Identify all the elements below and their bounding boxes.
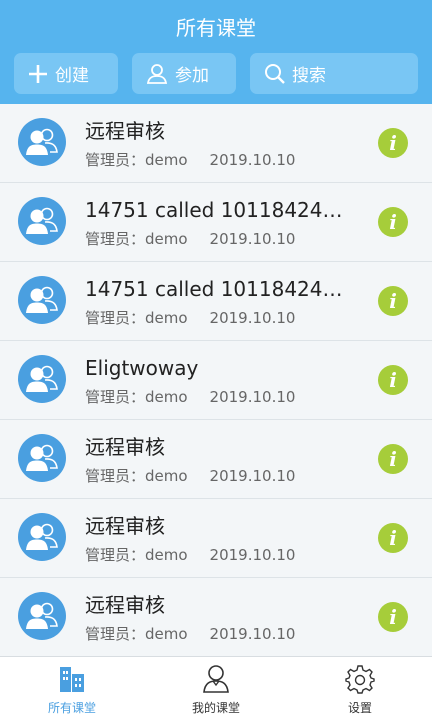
item-meta: 管理员：demo 2019.10.10 [85,466,295,486]
item-title: 14751 called 1011842422... [85,277,355,301]
item-meta: 管理员：demo 2019.10.10 [85,229,295,249]
tab-settings-label: 设置 [347,701,372,715]
info-icon[interactable]: i [378,523,408,553]
item-admin: 管理员：demo [85,467,188,485]
info-icon[interactable]: i [378,286,408,316]
gear-icon [345,664,375,694]
group-icon [18,592,66,640]
bottom-tab-bar: 所有课堂 我的课堂 设置 [0,656,432,720]
item-title: 14751 called 1011842422... [85,198,355,222]
join-button[interactable]: 参加 [132,53,236,94]
item-admin: 管理员：demo [85,546,188,564]
item-admin: 管理员：demo [85,625,188,643]
classroom-icon [57,664,87,694]
item-title: 远程审核 [85,435,165,459]
info-icon[interactable]: i [378,128,408,158]
item-date: 2019.10.10 [209,467,296,485]
item-admin: 管理员：demo [85,151,188,169]
classroom-list: 远程审核 管理员：demo 2019.10.10 i 14751 called 1011… [0,104,432,656]
search-button[interactable]: 搜索 [250,53,418,94]
toolbar: 创建 参加 搜索 [14,53,418,94]
create-button-label: 创建 [55,66,89,86]
user-icon [201,664,231,694]
list-item[interactable]: Eligtwoway 管理员：demo 2019.10.10 i [0,341,432,420]
group-icon [18,276,66,324]
search-icon [264,63,286,85]
item-date: 2019.10.10 [209,546,296,564]
list-item[interactable]: 远程审核管理员：demo 2019.10.10 i [0,420,432,499]
item-title: 远程审核 [85,119,165,143]
create-button[interactable]: 创建 [14,53,118,94]
list-item[interactable]: 14751 called 1011842422... 管理员：demo 2019.1… [0,183,432,262]
group-icon [18,434,66,482]
tab-my-classrooms-label: 我的课堂 [191,701,240,715]
info-icon[interactable]: i [378,602,408,632]
item-meta: 管理员：demo 2019.10.10 [85,387,295,407]
join-button-label: 参加 [175,66,209,86]
item-meta: 管理员：demo 2019.10.10 [85,150,295,170]
header-bar: 所有课堂 创建 参加 搜索 [0,0,432,104]
item-meta: 管理员：demo 2019.10.10 [85,308,295,328]
item-title: Eligtwoway [85,356,199,380]
info-icon[interactable]: i [378,207,408,237]
page-title: 所有课堂 [176,16,256,40]
tab-my-classrooms[interactable]: 我的课堂 [144,657,288,720]
group-icon [18,355,66,403]
item-date: 2019.10.10 [209,230,296,248]
info-icon[interactable]: i [378,444,408,474]
item-date: 2019.10.10 [209,151,296,169]
list-item[interactable]: 14751 called 1011842422... 管理员：demo 2019.1… [0,262,432,341]
item-admin: 管理员：demo [85,230,188,248]
item-date: 2019.10.10 [209,309,296,327]
group-icon [18,197,66,245]
info-icon[interactable]: i [378,365,408,395]
group-icon [18,118,66,166]
list-item[interactable]: 远程审核管理员：demo 2019.10.10 i [0,578,432,656]
tab-all-classrooms-label: 所有课堂 [47,701,96,715]
item-meta: 管理员：demo 2019.10.10 [85,545,295,565]
item-title: 远程审核 [85,593,165,617]
item-admin: 管理员：demo [85,309,188,327]
tab-all-classrooms[interactable]: 所有课堂 [0,657,144,720]
tab-settings[interactable]: 设置 [288,657,432,720]
group-icon [18,513,66,561]
item-date: 2019.10.10 [209,625,296,643]
person-icon [146,63,168,85]
plus-icon [27,63,49,85]
item-date: 2019.10.10 [209,388,296,406]
item-title: 远程审核 [85,514,165,538]
item-meta: 管理员：demo 2019.10.10 [85,624,295,644]
search-button-label: 搜索 [292,66,326,86]
item-admin: 管理员：demo [85,388,188,406]
list-item[interactable]: 远程审核管理员：demo 2019.10.10 i [0,499,432,578]
list-item[interactable]: 远程审核管理员：demo 2019.10.10 i [0,104,432,183]
